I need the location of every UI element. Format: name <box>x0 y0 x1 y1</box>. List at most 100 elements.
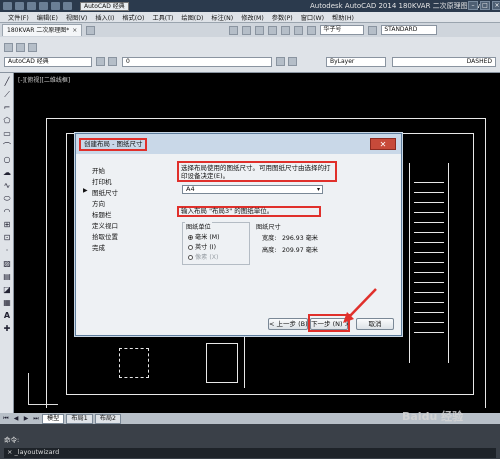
units-inches-radio[interactable]: 英寸 (I) <box>188 242 216 251</box>
add-selected-icon[interactable]: ✚ <box>2 324 12 334</box>
multiline-text-icon[interactable]: A <box>2 311 12 321</box>
paper-size-readout: 图纸尺寸 宽度: 296.93 毫米 高度: 209.97 毫米 <box>256 222 336 265</box>
tab-model[interactable]: 模型 <box>42 413 65 424</box>
ellipse-arc-icon[interactable]: ◠ <box>2 207 12 217</box>
design-center-icon[interactable] <box>281 25 291 35</box>
file-tab[interactable]: 180KVAR 二次原理图* × <box>2 24 83 36</box>
new-tab-icon[interactable] <box>86 25 96 35</box>
workspace-switcher[interactable]: AutoCAD 经典 <box>80 1 129 11</box>
close-window-button[interactable]: × <box>492 1 500 10</box>
command-history: 命令: <box>4 436 20 444</box>
line-tool-icon[interactable]: ╱ <box>2 77 12 87</box>
circle-icon[interactable]: ○ <box>2 155 12 165</box>
menu-bar: 文件(F) 编辑(E) 视图(V) 插入(I) 格式(O) 工具(T) 绘图(D… <box>0 12 500 23</box>
menu-file[interactable]: 文件(F) <box>8 13 29 22</box>
close-tab-icon[interactable]: × <box>72 27 77 34</box>
frame-left <box>46 118 47 408</box>
menu-help[interactable]: 帮助(H) <box>332 13 354 22</box>
maximize-button[interactable]: □ <box>480 1 490 10</box>
step-paper-size: ▶ 图纸尺寸 <box>83 187 118 197</box>
undo-icon[interactable] <box>51 2 60 10</box>
menu-tools[interactable]: 工具(T) <box>152 13 173 22</box>
rectangle-icon[interactable]: ▭ <box>2 129 12 139</box>
construction-line-icon[interactable]: ⟋ <box>2 90 12 100</box>
layer-previous-icon[interactable] <box>288 57 297 66</box>
menu-insert[interactable]: 插入(I) <box>95 13 114 22</box>
polyline-icon[interactable] <box>16 43 25 52</box>
text-style-combo[interactable]: STANDARD <box>381 25 438 35</box>
width-label: 宽度: <box>262 235 277 242</box>
next-tab-icon[interactable]: ▶ <box>22 415 30 423</box>
command-input[interactable]: × _layoutwizard <box>4 448 496 458</box>
linetype-combo[interactable]: DASHED <box>392 57 496 67</box>
font-combo[interactable]: 华子号 <box>320 25 365 35</box>
hatch-icon[interactable]: ▨ <box>2 259 12 269</box>
menu-window[interactable]: 窗口(W) <box>301 13 324 22</box>
units-millimeters-radio[interactable]: 毫米 (M) <box>188 232 220 241</box>
first-tab-icon[interactable]: ⏮ <box>2 415 10 423</box>
paper-size-select[interactable]: A4 ▾ <box>182 185 323 194</box>
line-icon[interactable] <box>4 43 13 52</box>
workspace-settings-icon[interactable] <box>96 57 105 66</box>
insert-block-icon[interactable]: ⊞ <box>2 220 12 230</box>
dialog-title-bar[interactable]: 创建布局 - 图纸尺寸 ✕ <box>76 134 401 154</box>
save-icon[interactable] <box>39 2 48 10</box>
menu-format[interactable]: 格式(O) <box>122 13 144 22</box>
make-current-icon[interactable] <box>276 57 285 66</box>
menu-dimension[interactable]: 标注(N) <box>211 13 233 22</box>
layer-combo[interactable]: 0 <box>122 57 272 67</box>
properties-icon[interactable] <box>268 25 278 35</box>
ellipse-icon[interactable]: ⬭ <box>2 194 12 204</box>
step-title-block: 标题栏 <box>92 211 112 219</box>
tab-layout2[interactable]: 布局2 <box>94 413 121 424</box>
gradient-icon[interactable]: ▤ <box>2 272 12 282</box>
menu-parametric[interactable]: 参数(P) <box>272 13 293 22</box>
spline-icon[interactable]: ∿ <box>2 181 12 191</box>
radio-disabled-icon <box>188 255 193 260</box>
polyline-tool-icon[interactable]: ⌐ <box>2 103 12 113</box>
units-pixels-radio: 像素 (X) <box>188 252 218 261</box>
minimize-button[interactable]: – <box>468 1 478 10</box>
pan-icon[interactable] <box>229 25 239 35</box>
units-prompt: 输入布局 "布局3" 的图纸单位。 <box>177 206 321 217</box>
last-tab-icon[interactable]: ⏭ <box>32 415 40 423</box>
layer-manager-icon[interactable] <box>108 57 117 66</box>
menu-modify[interactable]: 修改(M) <box>241 13 264 22</box>
zoom-icon[interactable] <box>242 25 252 35</box>
prev-tab-icon[interactable]: ◀ <box>12 415 20 423</box>
viewport-controls-label[interactable]: [-][俯视][二维线框] <box>18 75 70 84</box>
menu-view[interactable]: 视图(V) <box>66 13 87 22</box>
schematic-wire <box>244 328 245 388</box>
step-printer: 打印机 <box>92 178 112 186</box>
properties-toolbar: AutoCAD 经典 0 ByLayer DASHED <box>0 37 500 73</box>
region-icon[interactable]: ◪ <box>2 285 12 295</box>
height-value: 209.97 毫米 <box>282 247 318 254</box>
make-block-icon[interactable]: ⊡ <box>2 233 12 243</box>
revision-cloud-icon[interactable]: ☁ <box>2 168 12 178</box>
app-menu-icon[interactable] <box>3 2 12 10</box>
tool-palette-icon[interactable] <box>294 25 304 35</box>
dialog-close-button[interactable]: ✕ <box>370 138 396 150</box>
color-combo[interactable]: ByLayer <box>326 57 386 67</box>
menu-edit[interactable]: 编辑(E) <box>37 13 58 22</box>
polygon-icon[interactable]: ⬠ <box>2 116 12 126</box>
draw-toolbar: ╱ ⟋ ⌐ ⬠ ▭ ⌒ ○ ☁ ∿ ⬭ ◠ ⊞ ⊡ · ▨ ▤ ◪ ▦ A ✚ <box>0 73 14 413</box>
new-file-icon[interactable] <box>15 2 24 10</box>
arc-icon[interactable] <box>28 43 37 52</box>
workspace-combo[interactable]: AutoCAD 经典 <box>4 57 92 67</box>
paper-size-description: 选择布局使用的图纸尺寸。可用图纸尺寸由选择的打印设备决定(E)。 <box>177 161 337 182</box>
chevron-down-icon: ▾ <box>316 186 320 193</box>
point-icon[interactable]: · <box>2 246 12 256</box>
arc-tool-icon[interactable]: ⌒ <box>2 142 12 152</box>
table-icon[interactable]: ▦ <box>2 298 12 308</box>
width-value: 296.93 毫米 <box>282 235 318 242</box>
dim-style-icon[interactable] <box>368 25 378 35</box>
back-button[interactable]: < 上一步 (B) <box>268 318 308 330</box>
text-style-icon[interactable] <box>307 25 317 35</box>
open-file-icon[interactable] <box>27 2 36 10</box>
menu-draw[interactable]: 绘图(D) <box>181 13 203 22</box>
redo-icon[interactable] <box>63 2 72 10</box>
step-pick-location: 拾取位置 <box>92 233 118 241</box>
tab-layout1[interactable]: 布局1 <box>66 413 93 424</box>
zoom-window-icon[interactable] <box>255 25 265 35</box>
